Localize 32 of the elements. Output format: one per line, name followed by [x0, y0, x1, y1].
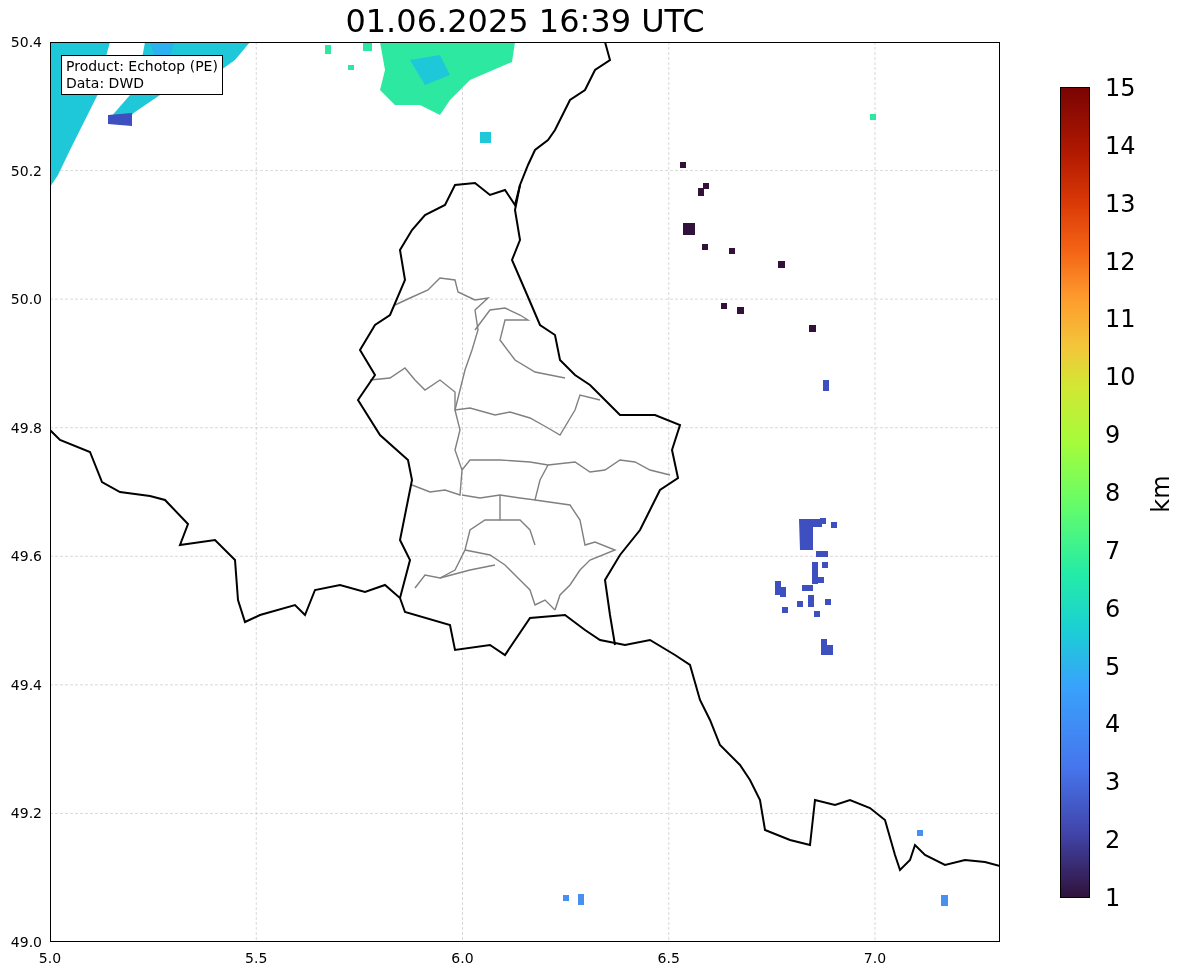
colorbar-tick-label: 4: [1105, 712, 1121, 737]
colorbar-tick-label: 14: [1105, 133, 1136, 158]
axis-tick-label: 49.2: [10, 806, 42, 821]
axis-tick-label: 50.2: [10, 163, 42, 178]
colorbar-tick-label: 1: [1105, 886, 1121, 910]
axis-tick-label: 6.5: [657, 951, 680, 965]
axis-tick-label: 49.0: [10, 935, 42, 949]
colorbar-tick-label: 8: [1105, 481, 1121, 505]
colorbar-tick-label: 3: [1105, 770, 1121, 795]
colorbar-tick-label: 2: [1105, 828, 1121, 853]
colorbar-tick-label: 6: [1105, 596, 1121, 621]
colorbar-tick-label: 10: [1105, 365, 1136, 390]
colorbar-tick-label: 12: [1105, 249, 1136, 274]
colorbar-tick-label: 11: [1105, 307, 1136, 332]
chart-title: 01.06.2025 16:39 UTC: [345, 5, 705, 37]
axis-tick-label: 49.8: [10, 420, 42, 435]
axis-tick-label: 50.0: [10, 292, 42, 307]
colorbar-tick-label: 9: [1105, 423, 1121, 448]
axis-tick-label: 49.6: [10, 549, 42, 564]
colorbar-tick-label: 5: [1105, 654, 1121, 679]
colorbar-tick-label: 13: [1105, 191, 1136, 216]
axis-tick-label: 7.0: [863, 951, 887, 965]
axis-tick-label: 5.0: [38, 951, 62, 965]
axis-tick-label: 50.4: [10, 35, 42, 49]
colorbar-label: km: [1148, 475, 1173, 513]
info-text: Product: Echotop (PE): [66, 58, 218, 75]
axis-tick-label: 6.0: [451, 951, 474, 965]
info-text: Data: DWD: [66, 75, 145, 92]
axis-tick-label: 49.4: [10, 677, 42, 692]
colorbar-tick-label: 15: [1105, 76, 1136, 100]
colorbar-tick-label: 7: [1105, 538, 1121, 563]
axis-tick-label: 5.5: [245, 951, 268, 965]
